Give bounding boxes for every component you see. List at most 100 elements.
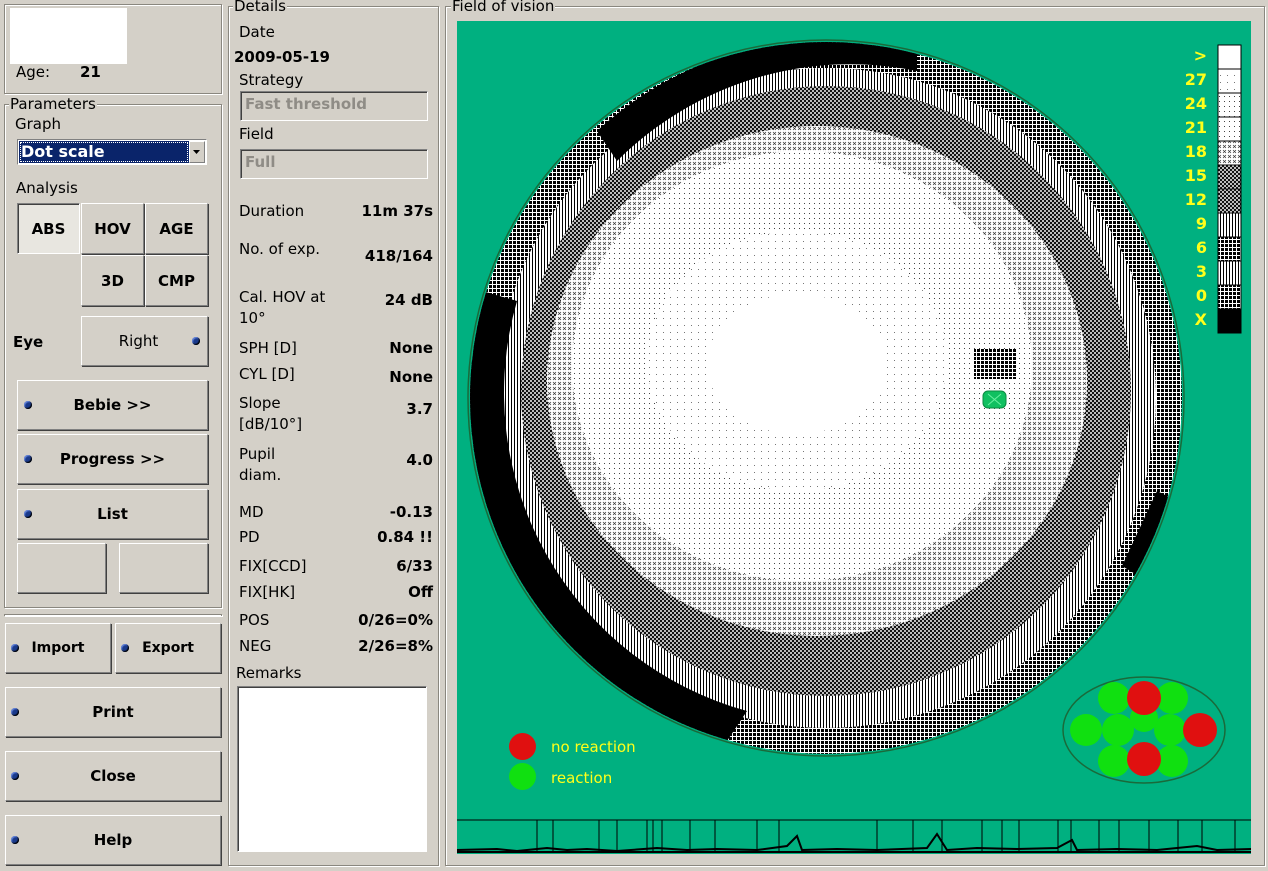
legend-scale: > 27 24 21 18 15 12 9 6 3 0 X <box>1177 44 1243 334</box>
legend-label: 0 <box>1195 286 1207 305</box>
indicator-dot-icon <box>121 644 129 652</box>
legend-swatches <box>1217 44 1242 334</box>
pd-value: 0.84 !! <box>377 528 433 546</box>
no-reaction-label: no reaction <box>551 738 636 756</box>
field-field: Full <box>240 149 428 179</box>
fixation-map <box>1062 676 1226 784</box>
reaction-label: reaction <box>551 769 613 787</box>
legend-label: 3 <box>1195 262 1207 281</box>
calhov-value: 24 dB <box>384 291 433 309</box>
legend-labels: > 27 24 21 18 15 12 9 6 3 0 X <box>1177 44 1207 334</box>
exp-label: No. of exp. <box>239 240 321 258</box>
details-group-label: Details <box>233 0 288 15</box>
pupil-value: 4.0 <box>406 451 433 469</box>
legend-label: 15 <box>1184 166 1207 185</box>
analysis-3d-button[interactable]: 3D <box>81 255 144 306</box>
neg-label: NEG <box>239 637 272 655</box>
slope-label-1: Slope <box>239 394 281 412</box>
fixation-trace <box>457 818 1251 854</box>
field-label: Field <box>239 125 274 143</box>
age-value: 21 <box>80 63 101 81</box>
bebie-button[interactable]: Bebie >> <box>17 380 208 430</box>
duration-value: 11m 37s <box>361 202 433 220</box>
progress-label: Progress >> <box>59 450 166 468</box>
patient-name-box <box>10 8 127 64</box>
fixhk-label: FIX[HK] <box>239 583 296 601</box>
slope-value: 3.7 <box>406 400 433 418</box>
list-button[interactable]: List <box>17 489 208 539</box>
bebie-label: Bebie >> <box>73 396 152 414</box>
indicator-dot-icon <box>11 772 19 780</box>
export-button[interactable]: Export <box>115 623 221 673</box>
progress-button[interactable]: Progress >> <box>17 434 208 484</box>
analysis-hov-button[interactable]: HOV <box>81 203 144 254</box>
md-value: -0.13 <box>389 503 433 521</box>
fixccd-value: 6/33 <box>396 557 433 575</box>
export-label: Export <box>142 640 194 656</box>
import-button[interactable]: Import <box>5 623 111 673</box>
reaction-dot-icon <box>509 763 536 790</box>
fixccd-label: FIX[CCD] <box>239 557 307 575</box>
pos-value: 0/26=0% <box>358 611 433 629</box>
list-label: List <box>97 505 128 523</box>
duration-label: Duration <box>239 202 305 220</box>
date-label: Date <box>239 23 275 41</box>
indicator-dot-icon <box>24 510 32 518</box>
fixhk-value: Off <box>408 583 433 601</box>
no-reaction-dot-icon <box>509 733 536 760</box>
cyl-label: CYL [D] <box>239 365 295 383</box>
legend-label: 21 <box>1184 118 1207 137</box>
pd-label: PD <box>239 528 260 546</box>
legend-label: 12 <box>1184 190 1207 209</box>
strategy-field: Fast threshold <box>240 91 428 121</box>
exp-value: 418/164 <box>364 247 433 265</box>
close-label: Close <box>90 767 136 785</box>
help-button[interactable]: Help <box>5 815 221 865</box>
parameters-group-label: Parameters <box>9 95 97 113</box>
remarks-label: Remarks <box>236 664 302 682</box>
legend-label: 6 <box>1195 238 1207 257</box>
analysis-cmp-button[interactable]: CMP <box>145 255 208 306</box>
legend-label: X <box>1194 310 1207 329</box>
print-button[interactable]: Print <box>5 687 221 737</box>
legend-label: 18 <box>1184 142 1207 161</box>
graph-select-value: Dot scale <box>19 141 189 163</box>
sph-label: SPH [D] <box>239 339 297 357</box>
legend-label: 27 <box>1184 70 1207 89</box>
graph-select[interactable]: Dot scale <box>17 139 207 165</box>
age-label: Age: <box>16 63 51 81</box>
pos-label: POS <box>239 611 270 629</box>
calhov-label-2: 10° <box>239 309 266 327</box>
indicator-dot-icon <box>24 401 32 409</box>
indicator-dot-icon <box>11 644 19 652</box>
slope-label-2: [dB/10°] <box>239 415 303 433</box>
legend-label: 24 <box>1184 94 1207 113</box>
graph-label: Graph <box>15 115 62 133</box>
indicator-dot-icon <box>192 337 200 345</box>
print-label: Print <box>92 703 134 721</box>
analysis-label: Analysis <box>16 179 78 197</box>
close-button[interactable]: Close <box>5 751 221 801</box>
legend-label: 9 <box>1195 214 1207 233</box>
field-plot-area: > 27 24 21 18 15 12 9 6 3 0 X no reactio… <box>457 21 1251 854</box>
indicator-dot-icon <box>11 836 19 844</box>
blank-button-left[interactable] <box>17 543 106 593</box>
analysis-age-button[interactable]: AGE <box>145 203 208 254</box>
pupil-label-1: Pupil <box>239 445 276 463</box>
date-value: 2009-05-19 <box>234 48 330 66</box>
blank-button-right[interactable] <box>119 543 208 593</box>
chevron-down-icon[interactable] <box>189 141 205 163</box>
neg-value: 2/26=8% <box>358 637 433 655</box>
eye-toggle-button[interactable]: Right <box>81 316 208 366</box>
indicator-dot-icon <box>11 708 19 716</box>
import-label: Import <box>31 640 85 656</box>
eye-value: Right <box>118 332 159 350</box>
strategy-label: Strategy <box>239 71 304 89</box>
help-label: Help <box>93 831 133 849</box>
cyl-value: None <box>389 368 433 386</box>
legend-label: > <box>1193 46 1207 65</box>
remarks-textarea[interactable] <box>237 686 427 852</box>
calhov-label-1: Cal. HOV at <box>239 288 326 306</box>
analysis-abs-button[interactable]: ABS <box>17 203 80 254</box>
eye-label: Eye <box>13 333 44 351</box>
